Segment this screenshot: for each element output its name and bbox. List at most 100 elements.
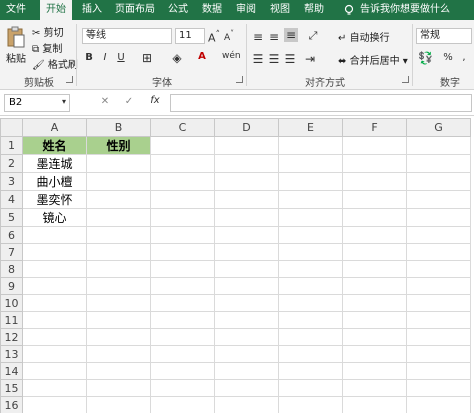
- cell-G9[interactable]: [406, 277, 471, 295]
- cell-B15[interactable]: [86, 379, 151, 397]
- currency-icon[interactable]: 💱: [418, 51, 433, 65]
- cell-F10[interactable]: [342, 294, 407, 312]
- column-header-D[interactable]: D: [214, 118, 279, 137]
- cell-C6[interactable]: [150, 226, 215, 244]
- merge-center-button[interactable]: ⬌ 合并后居中 ▾: [338, 52, 408, 67]
- cell-C15[interactable]: [150, 379, 215, 397]
- cell-A2[interactable]: 墨连城: [22, 154, 87, 173]
- enter-icon[interactable]: ✓: [124, 96, 134, 107]
- cell-B3[interactable]: [86, 172, 151, 191]
- tab-file[interactable]: 文件: [0, 0, 32, 20]
- cell-B9[interactable]: [86, 277, 151, 295]
- cell-G11[interactable]: [406, 311, 471, 329]
- cell-C4[interactable]: [150, 190, 215, 209]
- cell-E4[interactable]: [278, 190, 343, 209]
- column-header-E[interactable]: E: [278, 118, 343, 137]
- cell-D6[interactable]: [214, 226, 279, 244]
- cell-E6[interactable]: [278, 226, 343, 244]
- cell-G6[interactable]: [406, 226, 471, 244]
- alignment-launcher[interactable]: [402, 76, 409, 83]
- column-header-G[interactable]: G: [406, 118, 471, 137]
- cell-F5[interactable]: [342, 208, 407, 227]
- cell-A14[interactable]: [22, 362, 87, 380]
- tab-data[interactable]: 数据: [198, 0, 226, 20]
- font-color-icon[interactable]: A: [195, 51, 209, 62]
- font-launcher[interactable]: [236, 76, 243, 83]
- cell-F9[interactable]: [342, 277, 407, 295]
- cell-D2[interactable]: [214, 154, 279, 173]
- cell-D5[interactable]: [214, 208, 279, 227]
- formula-input[interactable]: [170, 94, 472, 112]
- percent-button[interactable]: %: [442, 52, 454, 63]
- indent-icon[interactable]: ⇥: [304, 52, 316, 66]
- cell-E9[interactable]: [278, 277, 343, 295]
- cell-A13[interactable]: [22, 345, 87, 363]
- row-header[interactable]: 10: [0, 294, 23, 312]
- copy-button[interactable]: ⧉ 复制: [32, 40, 62, 55]
- cell-E10[interactable]: [278, 294, 343, 312]
- cell-E15[interactable]: [278, 379, 343, 397]
- clipboard-launcher[interactable]: [66, 76, 73, 83]
- cell-D3[interactable]: [214, 172, 279, 191]
- select-all-corner[interactable]: [0, 118, 23, 137]
- row-header[interactable]: 16: [0, 396, 23, 413]
- cell-A3[interactable]: 曲小檀: [22, 172, 87, 191]
- align-top-icon[interactable]: ≡: [252, 30, 264, 44]
- row-header[interactable]: 8: [0, 260, 23, 278]
- cell-G15[interactable]: [406, 379, 471, 397]
- cell-F11[interactable]: [342, 311, 407, 329]
- insert-function-button[interactable]: fx: [148, 95, 162, 106]
- cell-B6[interactable]: [86, 226, 151, 244]
- align-middle-icon[interactable]: ≡: [268, 30, 280, 44]
- cell-E8[interactable]: [278, 260, 343, 278]
- cell-C1[interactable]: [150, 136, 215, 155]
- cell-E13[interactable]: [278, 345, 343, 363]
- tab-formulas[interactable]: 公式: [164, 0, 192, 20]
- cut-button[interactable]: ✂ 剪切: [32, 24, 64, 39]
- row-header[interactable]: 14: [0, 362, 23, 380]
- cell-F15[interactable]: [342, 379, 407, 397]
- name-box-dropdown-icon[interactable]: ▾: [60, 97, 68, 106]
- cell-E14[interactable]: [278, 362, 343, 380]
- cell-D15[interactable]: [214, 379, 279, 397]
- cell-C10[interactable]: [150, 294, 215, 312]
- row-header[interactable]: 1: [0, 136, 23, 155]
- cell-G14[interactable]: [406, 362, 471, 380]
- cell-D12[interactable]: [214, 328, 279, 346]
- cell-B7[interactable]: [86, 243, 151, 261]
- cell-A4[interactable]: 墨奕怀: [22, 190, 87, 209]
- shrink-font-icon[interactable]: A˅: [224, 29, 234, 43]
- comma-icon[interactable]: ,: [458, 52, 470, 63]
- column-header-C[interactable]: C: [150, 118, 215, 137]
- cell-D11[interactable]: [214, 311, 279, 329]
- cell-A12[interactable]: [22, 328, 87, 346]
- align-right-icon[interactable]: ☰: [284, 52, 296, 66]
- cell-C13[interactable]: [150, 345, 215, 363]
- row-header[interactable]: 4: [0, 190, 23, 209]
- row-header[interactable]: 15: [0, 379, 23, 397]
- cell-F6[interactable]: [342, 226, 407, 244]
- cell-A7[interactable]: [22, 243, 87, 261]
- row-header[interactable]: 5: [0, 208, 23, 227]
- tab-help[interactable]: 帮助: [300, 0, 328, 20]
- paste-button[interactable]: 粘贴: [6, 50, 26, 65]
- cell-F7[interactable]: [342, 243, 407, 261]
- cell-D8[interactable]: [214, 260, 279, 278]
- cell-E7[interactable]: [278, 243, 343, 261]
- row-header[interactable]: 13: [0, 345, 23, 363]
- cell-G1[interactable]: [406, 136, 471, 155]
- orientation-icon[interactable]: ⤢: [306, 29, 320, 43]
- cell-A9[interactable]: [22, 277, 87, 295]
- cell-C2[interactable]: [150, 154, 215, 173]
- cell-F12[interactable]: [342, 328, 407, 346]
- cell-E12[interactable]: [278, 328, 343, 346]
- cell-G5[interactable]: [406, 208, 471, 227]
- font-size-box[interactable]: 11: [175, 28, 205, 44]
- cell-D16[interactable]: [214, 396, 279, 413]
- cell-A11[interactable]: [22, 311, 87, 329]
- cell-B4[interactable]: [86, 190, 151, 209]
- cancel-icon[interactable]: ✕: [100, 96, 110, 107]
- cell-F3[interactable]: [342, 172, 407, 191]
- cell-F1[interactable]: [342, 136, 407, 155]
- tab-insert[interactable]: 插入: [78, 0, 106, 20]
